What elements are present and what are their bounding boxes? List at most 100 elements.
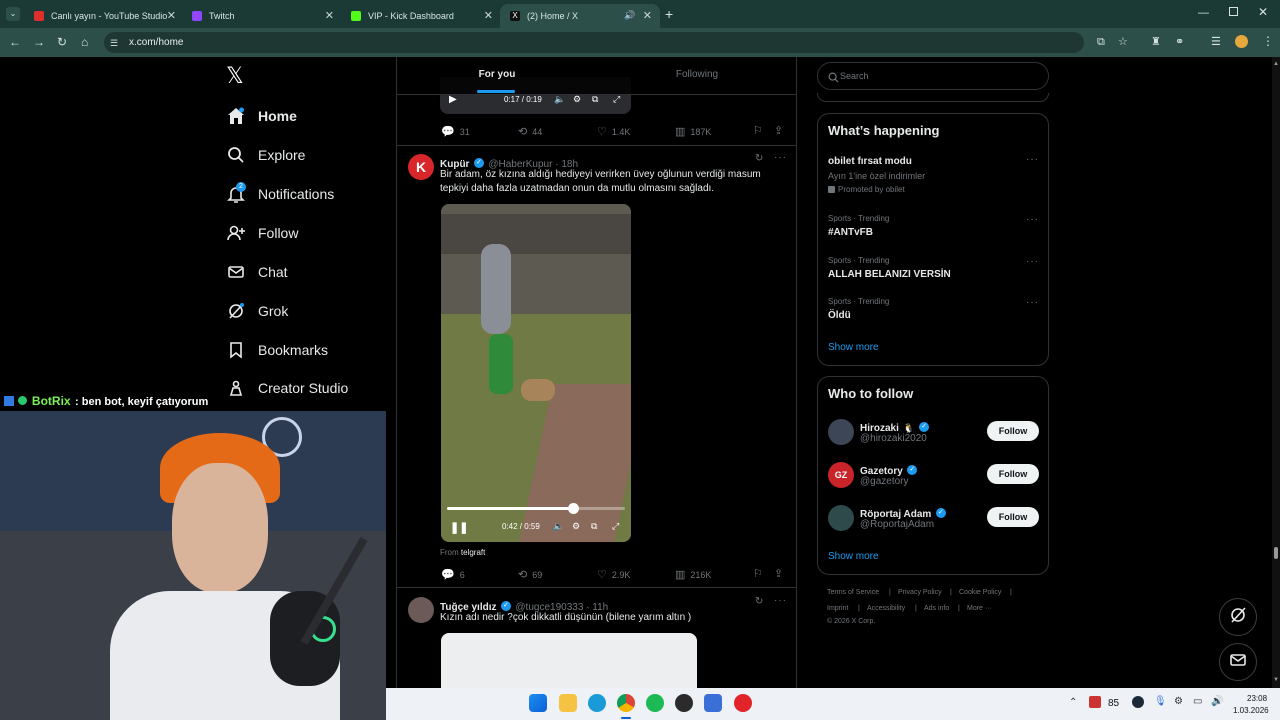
nav-notifications[interactable]: 2 Notifications [226, 179, 334, 209]
footer-link[interactable]: Privacy Policy [898, 589, 942, 596]
reload-icon[interactable]: ↻ [57, 36, 67, 48]
volume-tray-icon[interactable]: 🔊 [1211, 696, 1223, 707]
views-button[interactable]: ▥ 216K [675, 568, 711, 581]
x-logo[interactable]: 𝕏 [226, 64, 244, 89]
grok-analyze-icon[interactable]: ↻ [755, 596, 763, 607]
address-bar[interactable] [104, 32, 1084, 53]
pip-icon[interactable]: ⧉ [591, 521, 597, 532]
nav-bookmarks[interactable]: Bookmarks [226, 335, 328, 365]
tab-x-home[interactable]: X (2) Home / X 🔊 ✕ [500, 4, 660, 28]
follow-suggestion[interactable]: Röportaj Adam ✓ @RoportajAdam Follow [828, 503, 1040, 535]
nav-home[interactable]: Home [226, 101, 297, 131]
scroll-down-arrow-icon[interactable]: ▼ [1273, 677, 1279, 683]
file-explorer-icon[interactable] [559, 694, 577, 712]
more-options-icon[interactable]: ··· [774, 595, 787, 606]
tab-following[interactable]: Following [597, 57, 796, 95]
search-box[interactable]: Search [817, 62, 1049, 90]
close-window-icon[interactable]: ✕ [1258, 5, 1268, 19]
avatar[interactable]: GZ [828, 462, 854, 488]
menu-icon[interactable]: ⋮ [1262, 35, 1274, 47]
extension-icon[interactable]: ♜ [1151, 36, 1161, 48]
fullscreen-icon[interactable]: ⤢ [613, 94, 620, 105]
messages-fab[interactable] [1219, 643, 1257, 681]
grok-analyze-icon[interactable]: ↻ [755, 153, 763, 164]
spotify-icon[interactable] [646, 694, 664, 712]
reading-list-icon[interactable]: ☰ [1211, 36, 1221, 48]
profile-avatar[interactable] [1235, 35, 1248, 48]
site-info-icon[interactable]: ☰ [110, 37, 118, 49]
settings-icon[interactable]: ⚙ [573, 94, 581, 105]
bookmark-icon[interactable]: ⚐ [753, 124, 763, 137]
share-icon[interactable]: ⇪ [774, 124, 783, 137]
more-options-icon[interactable]: ··· [774, 152, 787, 163]
bookmark-icon[interactable]: ⚐ [753, 567, 763, 580]
clock-time[interactable]: 23:08 [1247, 694, 1267, 703]
link-icon[interactable]: ⚭ [1175, 36, 1184, 48]
avatar[interactable] [828, 419, 854, 445]
tray-settings-icon[interactable]: ⚙ [1174, 696, 1183, 707]
follow-button[interactable]: Follow [987, 507, 1039, 527]
like-button[interactable]: ♡ 2.9K [597, 568, 630, 581]
like-button[interactable]: ♡ 1.4K [597, 125, 630, 138]
reply-button[interactable]: 💬 6 [441, 568, 465, 581]
tab-kick[interactable]: VIP - Kick Dashboard ✕ [341, 4, 501, 28]
forward-icon[interactable]: → [33, 36, 45, 48]
close-tab-icon[interactable]: ✕ [484, 9, 493, 22]
clock-date[interactable]: 1.03.2026 [1233, 706, 1269, 715]
page-scrollbar[interactable]: ▲ ▼ [1272, 57, 1280, 688]
home-browser-icon[interactable]: ⌂ [81, 36, 88, 48]
restore-icon[interactable] [1229, 7, 1238, 16]
follow-suggestion[interactable]: Hirozaki 🐧 ✓ @hirozaki2020 Follow [828, 417, 1040, 449]
play-icon[interactable]: ▶ [449, 94, 457, 105]
show-more-link[interactable]: Show more [828, 551, 879, 562]
pause-icon[interactable]: ❚❚ [450, 521, 468, 534]
footer-link[interactable]: Terms of Service [827, 589, 879, 596]
avatar[interactable] [408, 597, 434, 623]
footer-link[interactable]: Imprint [827, 605, 848, 612]
network-icon[interactable]: ▭ [1193, 696, 1202, 707]
minimize-icon[interactable]: — [1198, 7, 1209, 19]
volume-icon[interactable]: 🔈 [553, 521, 564, 532]
close-tab-icon[interactable]: ✕ [643, 9, 652, 22]
promoted-trend[interactable]: obilet fırsat modu Ayın 1'ine özel indir… [828, 154, 1040, 198]
nav-grok[interactable]: Grok [226, 296, 288, 326]
repost-button[interactable]: ⟲ 44 [518, 125, 542, 138]
avatar[interactable]: K [408, 154, 434, 180]
volume-icon[interactable]: 🔈 [554, 94, 565, 105]
tray-steam-icon[interactable] [1132, 696, 1144, 708]
more-options-icon[interactable]: ··· [1026, 214, 1039, 225]
follow-suggestion[interactable]: GZ Gazetory ✓ @gazetory Follow [828, 460, 1040, 492]
pip-icon[interactable]: ⧉ [592, 94, 598, 105]
start-icon[interactable] [529, 694, 547, 712]
footer-link[interactable]: Ads info [924, 605, 949, 612]
reply-button[interactable]: 💬 31 [441, 125, 470, 138]
show-more-link[interactable]: Show more [828, 342, 879, 353]
close-tab-icon[interactable]: ✕ [167, 9, 176, 22]
more-options-icon[interactable]: ··· [1026, 297, 1039, 308]
tweet-tugce[interactable]: Tuğçe yıldız ✓ @tugce190333 · 11h ↻ ··· … [397, 588, 796, 688]
tab-for-you[interactable]: For you [397, 57, 597, 95]
trend-item[interactable]: Sports · Trending #ANTvFB ··· [828, 214, 1040, 242]
tray-app-icon[interactable] [1089, 696, 1101, 708]
tweet-image[interactable] [441, 633, 697, 688]
nav-follow[interactable]: Follow [226, 218, 298, 248]
more-options-icon[interactable]: ··· [1026, 154, 1039, 165]
scroll-up-arrow-icon[interactable]: ▲ [1273, 61, 1279, 67]
install-app-icon[interactable]: ⧉ [1097, 36, 1105, 48]
trend-item[interactable]: Sports · Trending Öldü ··· [828, 297, 1040, 325]
tray-chevron-icon[interactable]: ⌃ [1069, 697, 1077, 708]
star-icon[interactable]: ☆ [1118, 36, 1128, 48]
more-options-icon[interactable]: ··· [1026, 256, 1039, 267]
fullscreen-icon[interactable]: ⤢ [612, 521, 619, 532]
nav-explore[interactable]: Explore [226, 140, 305, 170]
share-icon[interactable]: ⇪ [774, 567, 783, 580]
scrollbar-thumb[interactable] [1274, 547, 1278, 559]
avatar[interactable] [828, 505, 854, 531]
views-button[interactable]: ▥ 187K [675, 125, 711, 138]
follow-button[interactable]: Follow [987, 464, 1039, 484]
trend-item[interactable]: Sports · Trending ALLAH BELANIZI VERSİN … [828, 256, 1040, 284]
footer-link[interactable]: Cookie Policy [959, 589, 1001, 596]
close-tab-icon[interactable]: ✕ [325, 9, 334, 22]
app-red-icon[interactable] [734, 694, 752, 712]
settings-icon[interactable]: ⚙ [572, 521, 580, 532]
